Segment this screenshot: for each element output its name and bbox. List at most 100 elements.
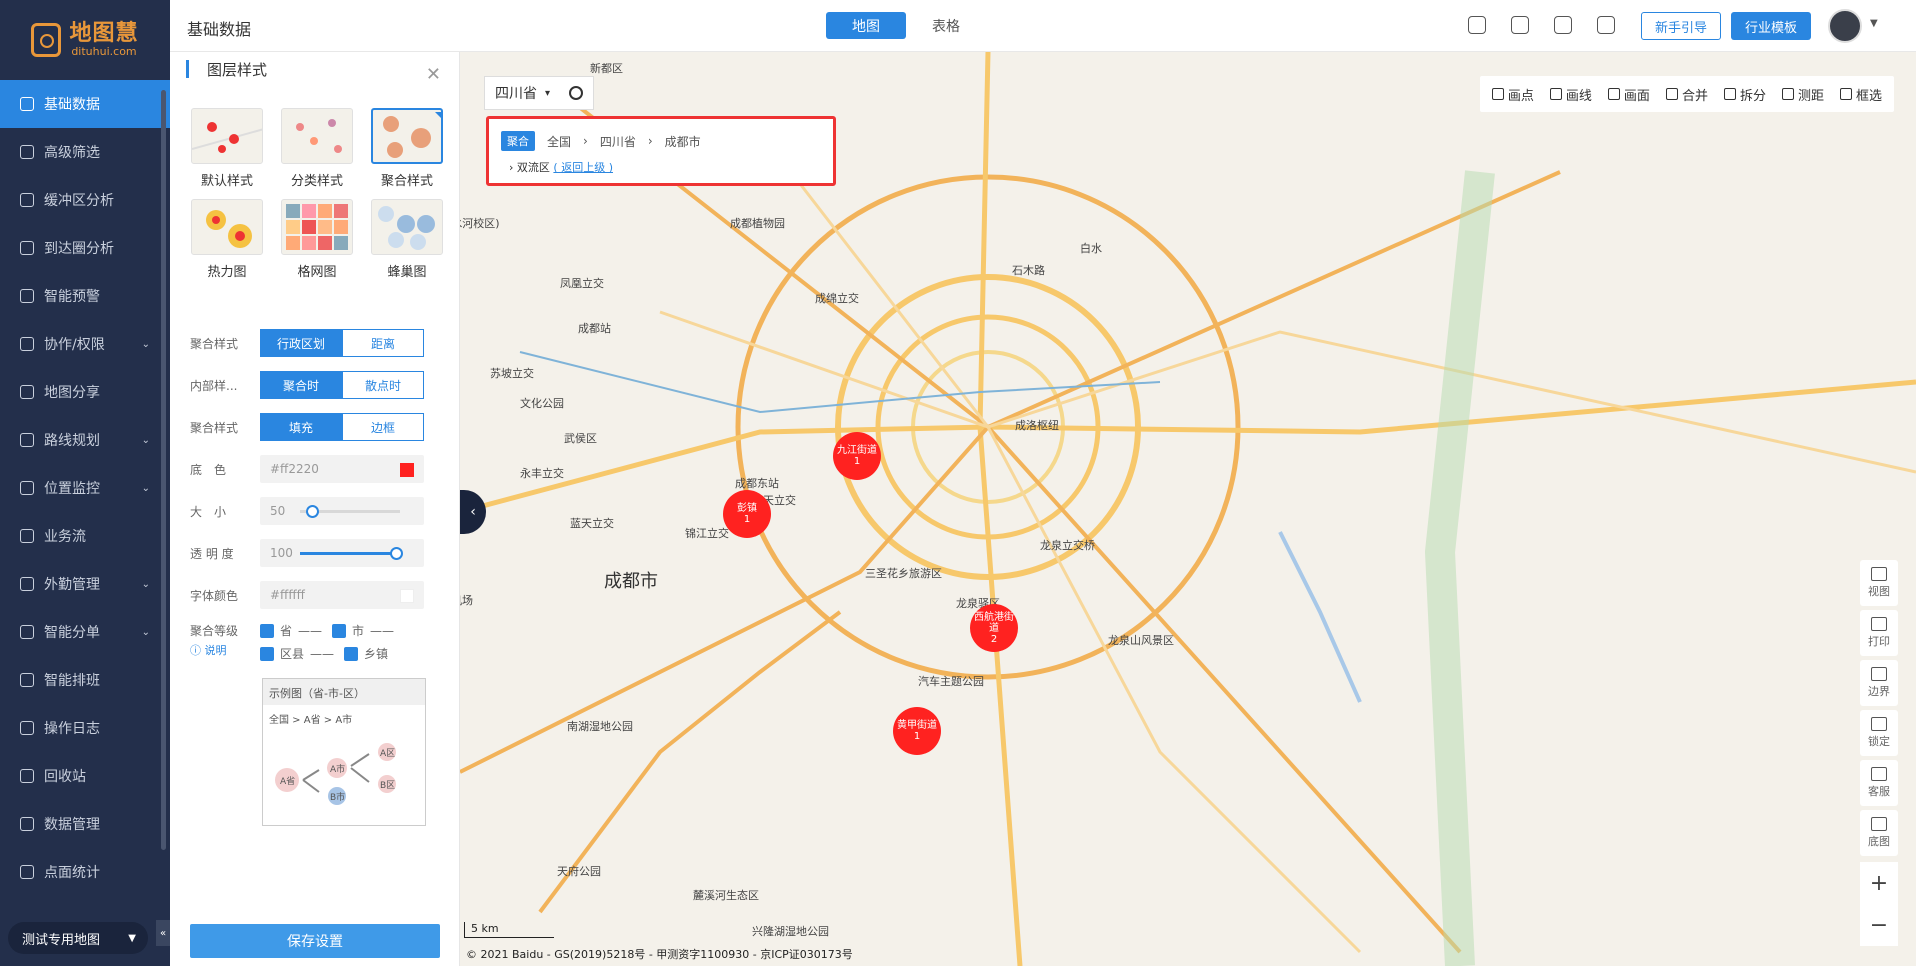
side-print-button[interactable]: 打印 — [1860, 610, 1898, 656]
opacity-value: 100 — [270, 546, 293, 560]
agg-by-distance-button[interactable]: 距离 — [342, 329, 424, 357]
tab-table[interactable]: 表格 — [906, 12, 986, 39]
avatar[interactable] — [1828, 9, 1862, 43]
place-label: 蓝天立交 — [570, 517, 614, 530]
sidebar-item[interactable]: 基础数据 — [0, 80, 170, 128]
inner-on-scatter-button[interactable]: 散点时 — [342, 371, 424, 399]
fullscreen-icon[interactable] — [1468, 16, 1486, 34]
save-settings-button[interactable]: 保存设置 — [190, 924, 440, 958]
sidebar-item[interactable]: 数据管理 — [0, 800, 170, 848]
sidebar-item[interactable]: 高级筛选 — [0, 128, 170, 176]
map-canvas[interactable]: 新都区大丰立交红光大道成都植物园电子科技大学(清水河校区)凤凰立交成绵立交温江区… — [460, 52, 1916, 966]
breadcrumb-province[interactable]: 四川省 — [600, 133, 636, 150]
close-icon[interactable]: ✕ — [426, 64, 441, 85]
map-select[interactable]: 测试专用地图 ▼ — [8, 922, 148, 954]
side-lock-button[interactable]: 锁定 — [1860, 710, 1898, 756]
tool-split[interactable]: 拆分 — [1723, 85, 1766, 104]
style-default-thumb — [191, 108, 263, 164]
sidebar-item-label: 回收站 — [44, 769, 86, 785]
side-view-button[interactable]: 视图 — [1860, 560, 1898, 606]
guide-button[interactable]: 新手引导 — [1641, 12, 1721, 40]
inner-on-cluster-button[interactable]: 聚合时 — [260, 371, 342, 399]
svg-text:A市: A市 — [330, 763, 345, 775]
collapse-nav-button[interactable]: « — [156, 920, 170, 946]
sidebar-item[interactable]: 协作/权限 ⌄ — [0, 320, 170, 368]
sidebar-item[interactable]: 智能预警 — [0, 272, 170, 320]
logo[interactable]: 地图慧 dituhui.com — [0, 0, 170, 80]
back-up-link[interactable]: ( 返回上级 ) — [553, 161, 613, 174]
base-color-swatch[interactable] — [400, 463, 414, 477]
place-label: 苏坡立交 — [490, 367, 534, 380]
tool-merge[interactable]: 合并 — [1665, 85, 1708, 104]
level-city[interactable]: 市 —— — [332, 622, 394, 639]
lock-icon — [1871, 717, 1887, 731]
sidebar-item[interactable]: 回收站 — [0, 752, 170, 800]
cluster-marker[interactable]: 黄甲街道 1 — [893, 707, 941, 755]
style-hexbin[interactable]: 蜂巢图 — [362, 199, 452, 280]
sidebar-item[interactable]: 点面统计 — [0, 848, 170, 896]
tool-draw-point[interactable]: 画点 — [1491, 85, 1534, 104]
search-icon[interactable] — [569, 86, 583, 100]
tool-draw-polygon[interactable]: 画面 — [1607, 85, 1650, 104]
menu-icon — [20, 721, 34, 735]
sidebar-item[interactable]: 外勤管理 ⌄ — [0, 560, 170, 608]
base-color-input[interactable]: #ff2220 — [260, 455, 424, 483]
cluster-marker[interactable]: 西航港街道 2 — [970, 604, 1018, 652]
sidebar-item[interactable]: 位置监控 ⌄ — [0, 464, 170, 512]
style-cluster[interactable]: 聚合样式 — [362, 108, 452, 189]
border-button[interactable]: 边框 — [342, 413, 424, 441]
cluster-marker[interactable]: 彭镇 1 — [723, 490, 771, 538]
level-help-link[interactable]: ⓘ 说明 — [190, 642, 227, 658]
share-icon[interactable] — [1597, 16, 1615, 34]
sidebar-item[interactable]: 智能排班 — [0, 656, 170, 704]
sidebar-item[interactable]: 地图分享 — [0, 368, 170, 416]
help-icon[interactable] — [1554, 16, 1572, 34]
fill-button[interactable]: 填充 — [260, 413, 342, 441]
headset-icon[interactable] — [1511, 16, 1529, 34]
level-province[interactable]: 省 —— — [260, 622, 322, 639]
font-color-input[interactable]: #ffffff — [260, 581, 424, 609]
nav-scrollbar[interactable] — [161, 90, 166, 850]
avatar-dropdown-icon[interactable]: ▼ — [1870, 18, 1878, 29]
size-knob[interactable] — [306, 505, 319, 518]
level-district[interactable]: 区县 —— — [260, 645, 334, 662]
breadcrumb-city[interactable]: 成都市 — [665, 133, 701, 150]
font-color-swatch[interactable] — [400, 589, 414, 603]
breadcrumb-current: › 双流区 ( 返回上级 ) — [509, 159, 613, 175]
style-category[interactable]: 分类样式 — [272, 108, 362, 189]
tool-measure[interactable]: 测距 — [1781, 85, 1824, 104]
style-grid-map[interactable]: 格网图 — [272, 199, 362, 280]
sidebar-item[interactable]: 到达圈分析 — [0, 224, 170, 272]
tool-draw-line[interactable]: 画线 — [1549, 85, 1592, 104]
opacity-slider[interactable]: 100 — [260, 539, 424, 567]
side-boundary-button[interactable]: 边界 — [1860, 660, 1898, 706]
agg-by-admin-button[interactable]: 行政区划 — [260, 329, 342, 357]
style-heatmap[interactable]: 热力图 — [182, 199, 272, 280]
inner-style-segment: 聚合时 散点时 — [260, 371, 424, 399]
zoom-out-button[interactable]: − — [1870, 913, 1888, 938]
opacity-knob[interactable] — [390, 547, 403, 560]
size-slider[interactable]: 50 — [260, 497, 424, 525]
fill-style-row: 聚合样式 填充 边框 — [190, 406, 450, 448]
sidebar-item[interactable]: 路线规划 ⌄ — [0, 416, 170, 464]
level-town[interactable]: 乡镇 — [344, 645, 388, 662]
zoom-in-button[interactable]: + — [1870, 871, 1888, 896]
level-label: 聚合等级 — [190, 624, 239, 638]
caret-down-icon: ▼ — [128, 932, 136, 944]
sidebar-item[interactable]: 智能分单 ⌄ — [0, 608, 170, 656]
tab-map[interactable]: 地图 — [826, 12, 906, 39]
sidebar-item[interactable]: 操作日志 — [0, 704, 170, 752]
pin-icon — [1491, 88, 1504, 100]
style-default[interactable]: 默认样式 — [182, 108, 272, 189]
cluster-marker[interactable]: 九江街道 1 — [833, 432, 881, 480]
breadcrumb-national[interactable]: 全国 — [547, 133, 571, 150]
side-service-button[interactable]: 客服 — [1860, 760, 1898, 806]
tool-box-select[interactable]: 框选 — [1839, 85, 1882, 104]
agg-style-label: 聚合样式 — [190, 336, 239, 351]
province-select[interactable]: 四川省 ▾ — [484, 76, 594, 110]
sidebar-item[interactable]: 缓冲区分析 — [0, 176, 170, 224]
industry-template-button[interactable]: 行业模板 — [1731, 12, 1811, 40]
sidebar-item[interactable]: 业务流 — [0, 512, 170, 560]
side-basemap-button[interactable]: 底图 — [1860, 810, 1898, 856]
level-help-text: 说明 — [204, 644, 227, 657]
